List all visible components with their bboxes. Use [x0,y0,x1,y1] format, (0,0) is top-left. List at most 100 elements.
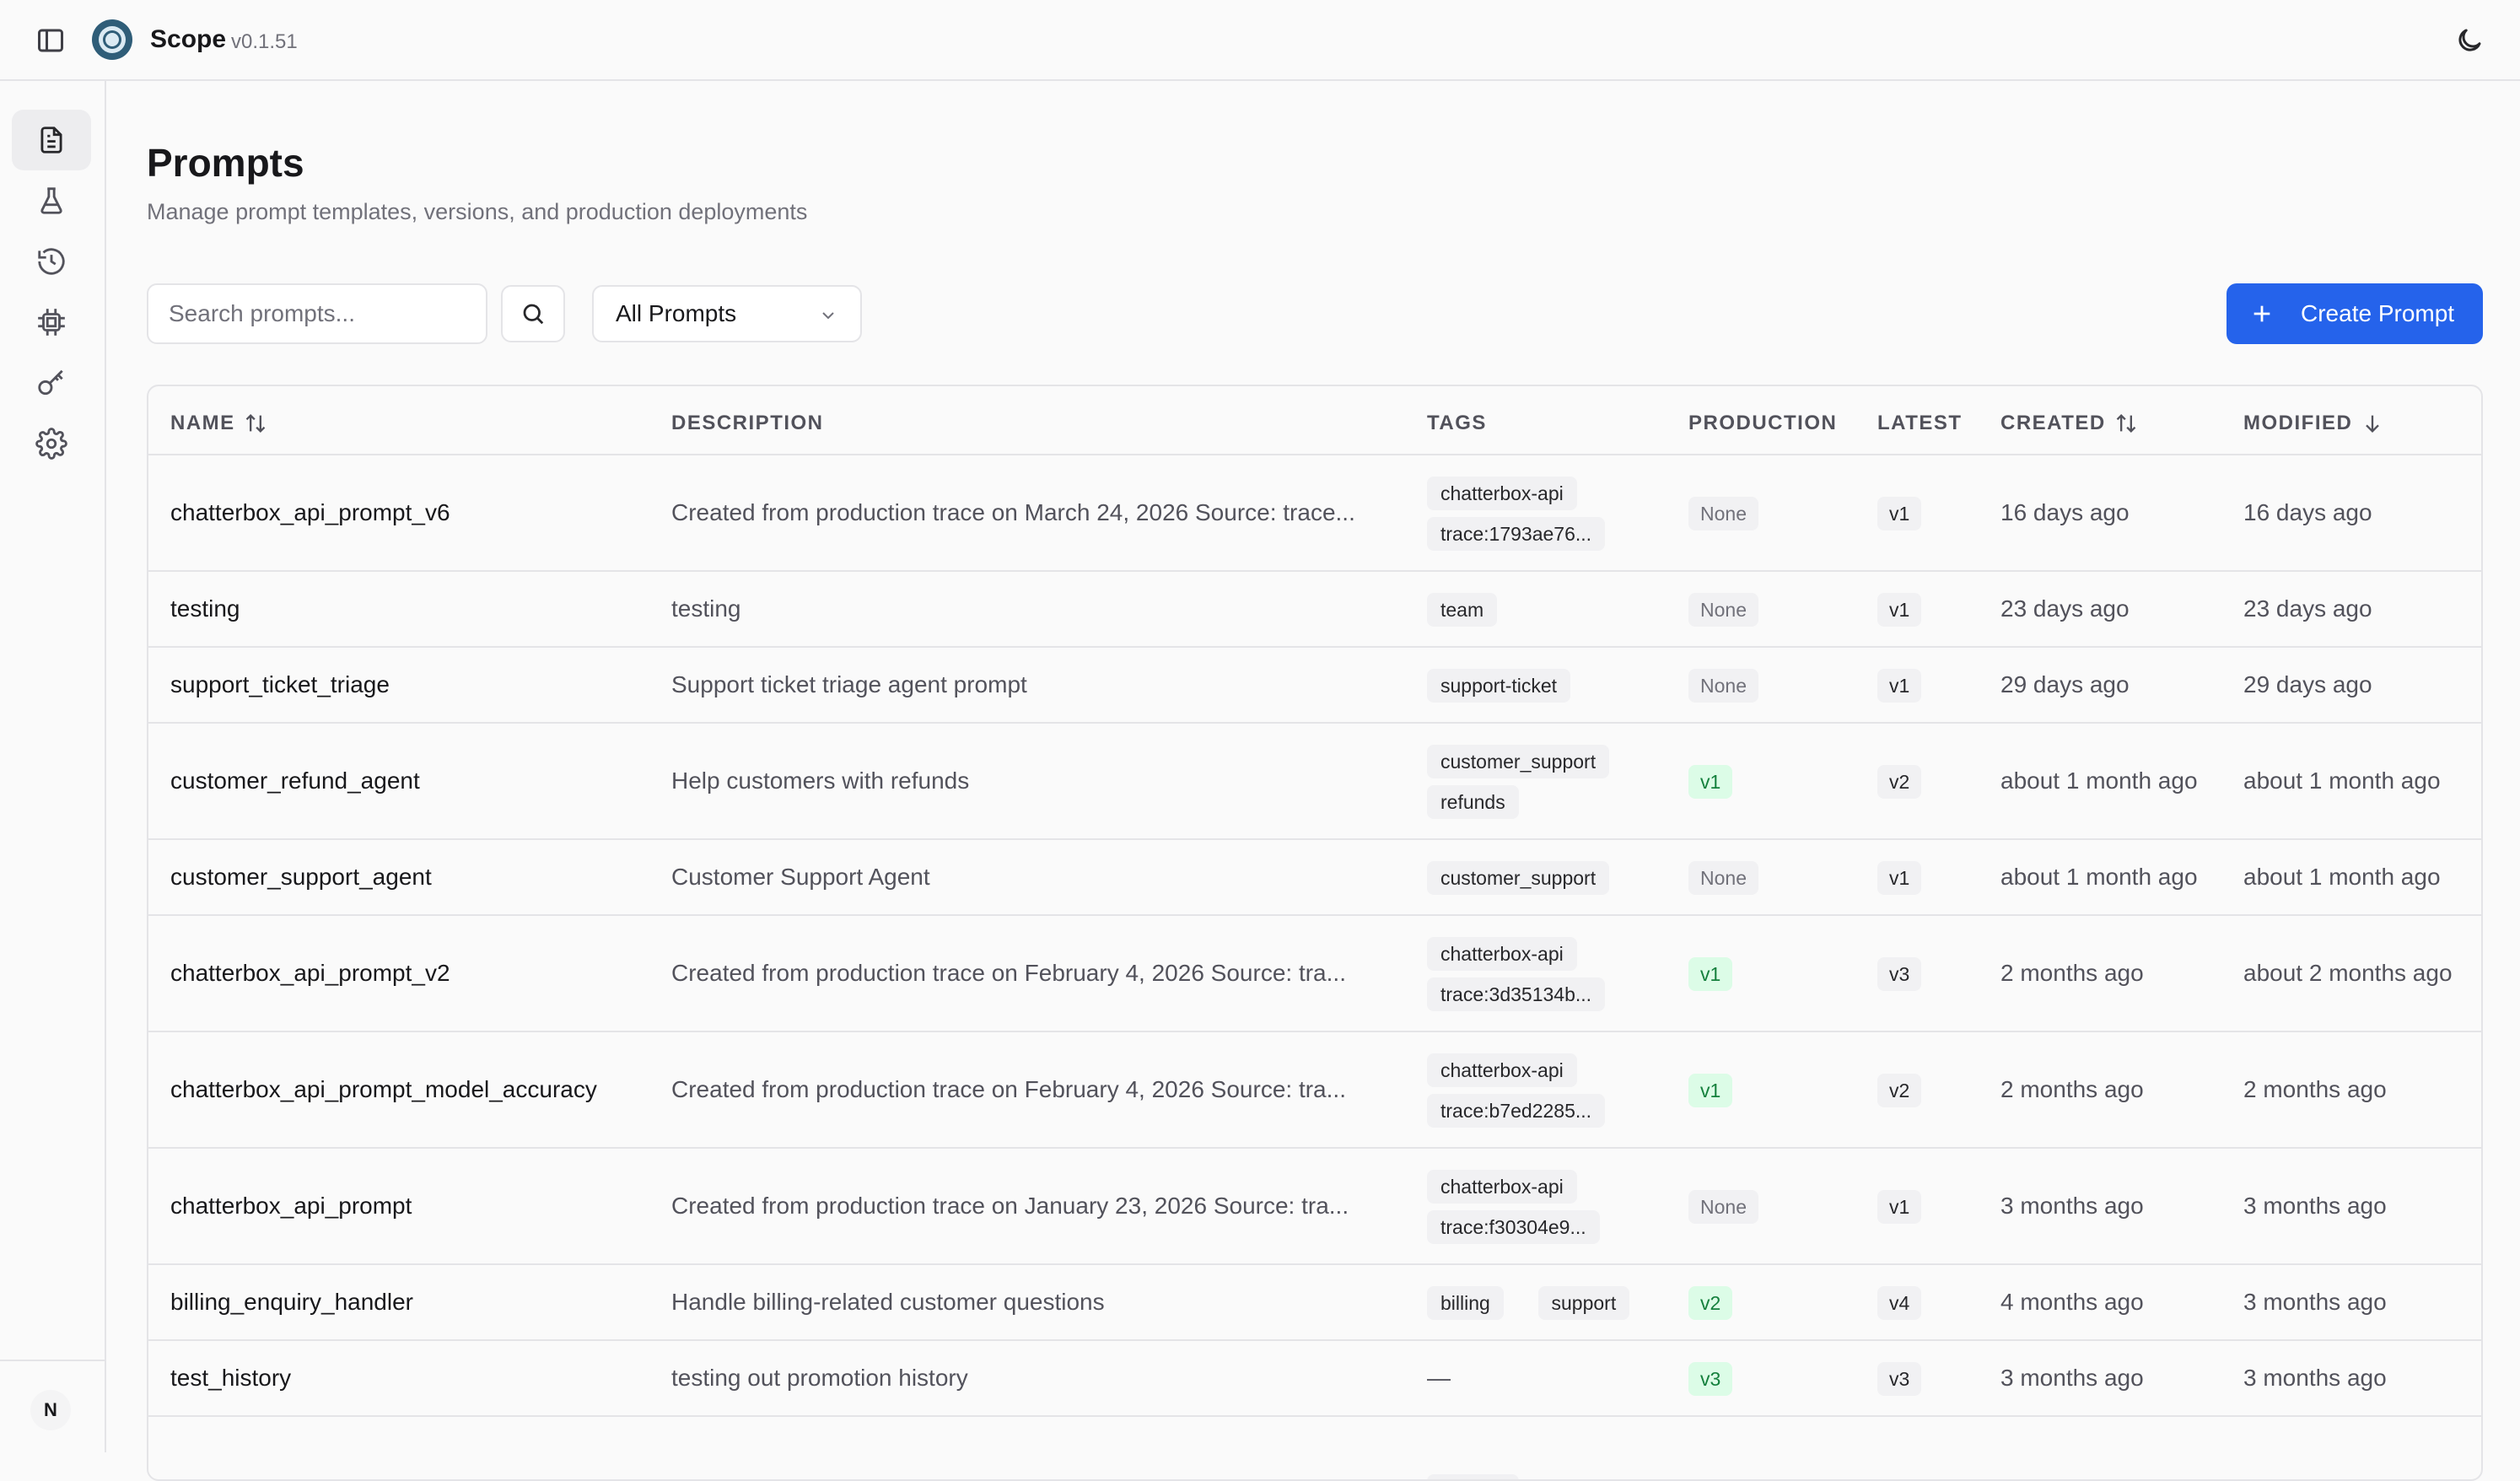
created-time: 2 months ago [2000,1076,2144,1102]
sidebar-toggle-icon[interactable] [35,25,66,56]
tag-badge: trace:1793ae76... [1427,517,1606,551]
create-prompt-button[interactable]: Create Prompt [2227,283,2483,344]
column-created-header[interactable]: CREATED [2000,412,2138,435]
sidebar-item-experiments[interactable] [12,170,91,231]
filter-value: All Prompts [616,300,737,326]
sidebar-item-history[interactable] [12,231,91,292]
sort-icon [2116,414,2136,433]
tag-badge: billing [1427,1286,1504,1320]
tag-badge: team [1427,593,1498,627]
modified-time: 23 days ago [2243,595,2372,622]
table-row[interactable]: support_ticket_triage Support ticket tria… [148,648,2481,724]
created-time: 4 months ago [2000,1289,2144,1315]
prompt-name[interactable]: test_history [170,1365,643,1392]
table-row[interactable]: chatterbox_api_prompt_v2 Created from pro… [148,916,2481,1032]
moon-icon[interactable] [2454,25,2485,56]
prompts-table: NAME DESCRIPTION TAGS PRODUCTION LATEST … [147,385,2483,1481]
column-latest-header: LATEST [1877,412,1963,434]
prompt-name[interactable]: customer_support_agent [170,864,643,891]
production-badge: None [1688,497,1758,530]
production-badge: v2 [1688,1286,1733,1320]
prompt-description: Help customers with refunds [671,767,970,794]
table-row[interactable]: testing testing team None v1 23 days ago 23 da… [148,572,2481,648]
tag-badge: product [1427,1474,1519,1479]
table-row[interactable]: customer_refund_agent Help customers with… [148,724,2481,840]
key-icon [38,369,63,396]
table-row[interactable]: chatterbox_api_prompt_model_accuracy Crea… [148,1032,2481,1149]
production-badge: v1 [1688,765,1733,799]
latest-version-badge: v1 [1877,669,1922,703]
scope-logo-icon [91,19,133,61]
latest-version-badge: v3 [1877,957,1922,991]
prompt-description: Support ticket triage agent prompt [671,671,1027,697]
prompt-name[interactable]: billing_enquiry_handler [170,1289,643,1316]
sidebar-item-keys[interactable] [12,353,91,413]
prompt-description: Created from production trace on Februar… [671,960,1346,986]
prompt-filter-select[interactable]: All Prompts [592,285,862,342]
prompt-name[interactable]: chatterbox_api_prompt [170,1193,643,1220]
sidebar [0,81,106,1452]
latest-version-badge: v1 [1877,861,1922,895]
latest-version-badge: v1 [1877,497,1922,530]
search-input[interactable] [147,283,487,344]
create-prompt-label: Create Prompt [2301,300,2455,326]
prompt-name[interactable]: testing [170,595,643,622]
table-row[interactable]: chatterbox_api_prompt Created from produc… [148,1149,2481,1265]
prompt-name[interactable]: chatterbox_api_prompt_v2 [170,960,643,987]
tag-badge: customer_support [1427,745,1610,778]
prompt-description: Created from production trace on March 2… [671,499,1355,525]
sidebar-item-models[interactable] [12,292,91,353]
chip-icon [38,309,65,336]
sidebar-item-prompts[interactable] [12,110,91,170]
created-time: 16 days ago [2000,499,2130,525]
table-row[interactable]: billing_enquiry_handler Handle billing-re… [148,1265,2481,1341]
modified-time: 16 days ago [2243,499,2372,525]
production-badge: v3 [1688,1362,1733,1396]
sidebar-item-settings[interactable] [12,413,91,474]
modified-time: 29 days ago [2243,671,2372,697]
tag-badge: trace:3d35134b... [1427,977,1606,1011]
production-badge: v1 [1688,1074,1733,1107]
table-row[interactable]: customer_support_agent Customer Support A… [148,840,2481,916]
search-button[interactable] [501,285,565,342]
production-badge: None [1688,669,1758,703]
column-production-header: PRODUCTION [1688,412,1838,434]
prompt-name[interactable]: customer_refund_agent [170,767,643,794]
app-version: v0.1.51 [231,30,298,53]
column-modified-header[interactable]: MODIFIED [2243,412,2384,435]
latest-version-badge: v3 [1877,1362,1922,1396]
prompt-name[interactable]: chatterbox_api_prompt_model_accuracy [170,1076,643,1103]
tag-badge: refunds [1427,785,1519,819]
tag-badge: support [1537,1286,1630,1320]
top-bar: Scope v0.1.51 [0,0,2520,81]
prompt-description: testing [671,595,741,622]
latest-version-badge: v2 [1877,765,1922,799]
latest-version-badge: v2 [1877,1074,1922,1107]
user-avatar[interactable]: N [30,1390,71,1430]
table-row[interactable]: product [148,1417,2481,1479]
tag-badge: support-ticket [1427,669,1571,703]
tag-badge: chatterbox-api [1427,1053,1577,1087]
prompt-name[interactable]: support_ticket_triage [170,671,643,698]
column-name-header[interactable]: NAME [170,412,267,435]
latest-version-badge: v1 [1877,593,1922,627]
prompt-name[interactable]: chatterbox_api_prompt_v6 [170,499,643,526]
tag-badge: trace:f30304e9... [1427,1210,1600,1244]
sidebar-divider [0,1360,106,1361]
created-time: 2 months ago [2000,960,2144,986]
production-badge: v1 [1688,957,1733,991]
modified-time: about 2 months ago [2243,960,2453,986]
modified-time: 3 months ago [2243,1289,2387,1315]
table-row[interactable]: test_history testing out promotion histor… [148,1341,2481,1417]
plus-icon [2253,305,2270,322]
column-description-header: DESCRIPTION [671,412,824,434]
prompt-description: Created from production trace on Februar… [671,1076,1346,1102]
modified-time: about 1 month ago [2243,767,2441,794]
gear-icon [35,428,67,460]
table-row[interactable]: chatterbox_api_prompt_v6 Created from pro… [148,455,2481,572]
prompt-description: testing out promotion history [671,1365,968,1391]
tag-badge: chatterbox-api [1427,477,1577,510]
modified-time: 3 months ago [2243,1365,2387,1391]
modified-time: 3 months ago [2243,1193,2387,1219]
search-icon [523,304,544,325]
